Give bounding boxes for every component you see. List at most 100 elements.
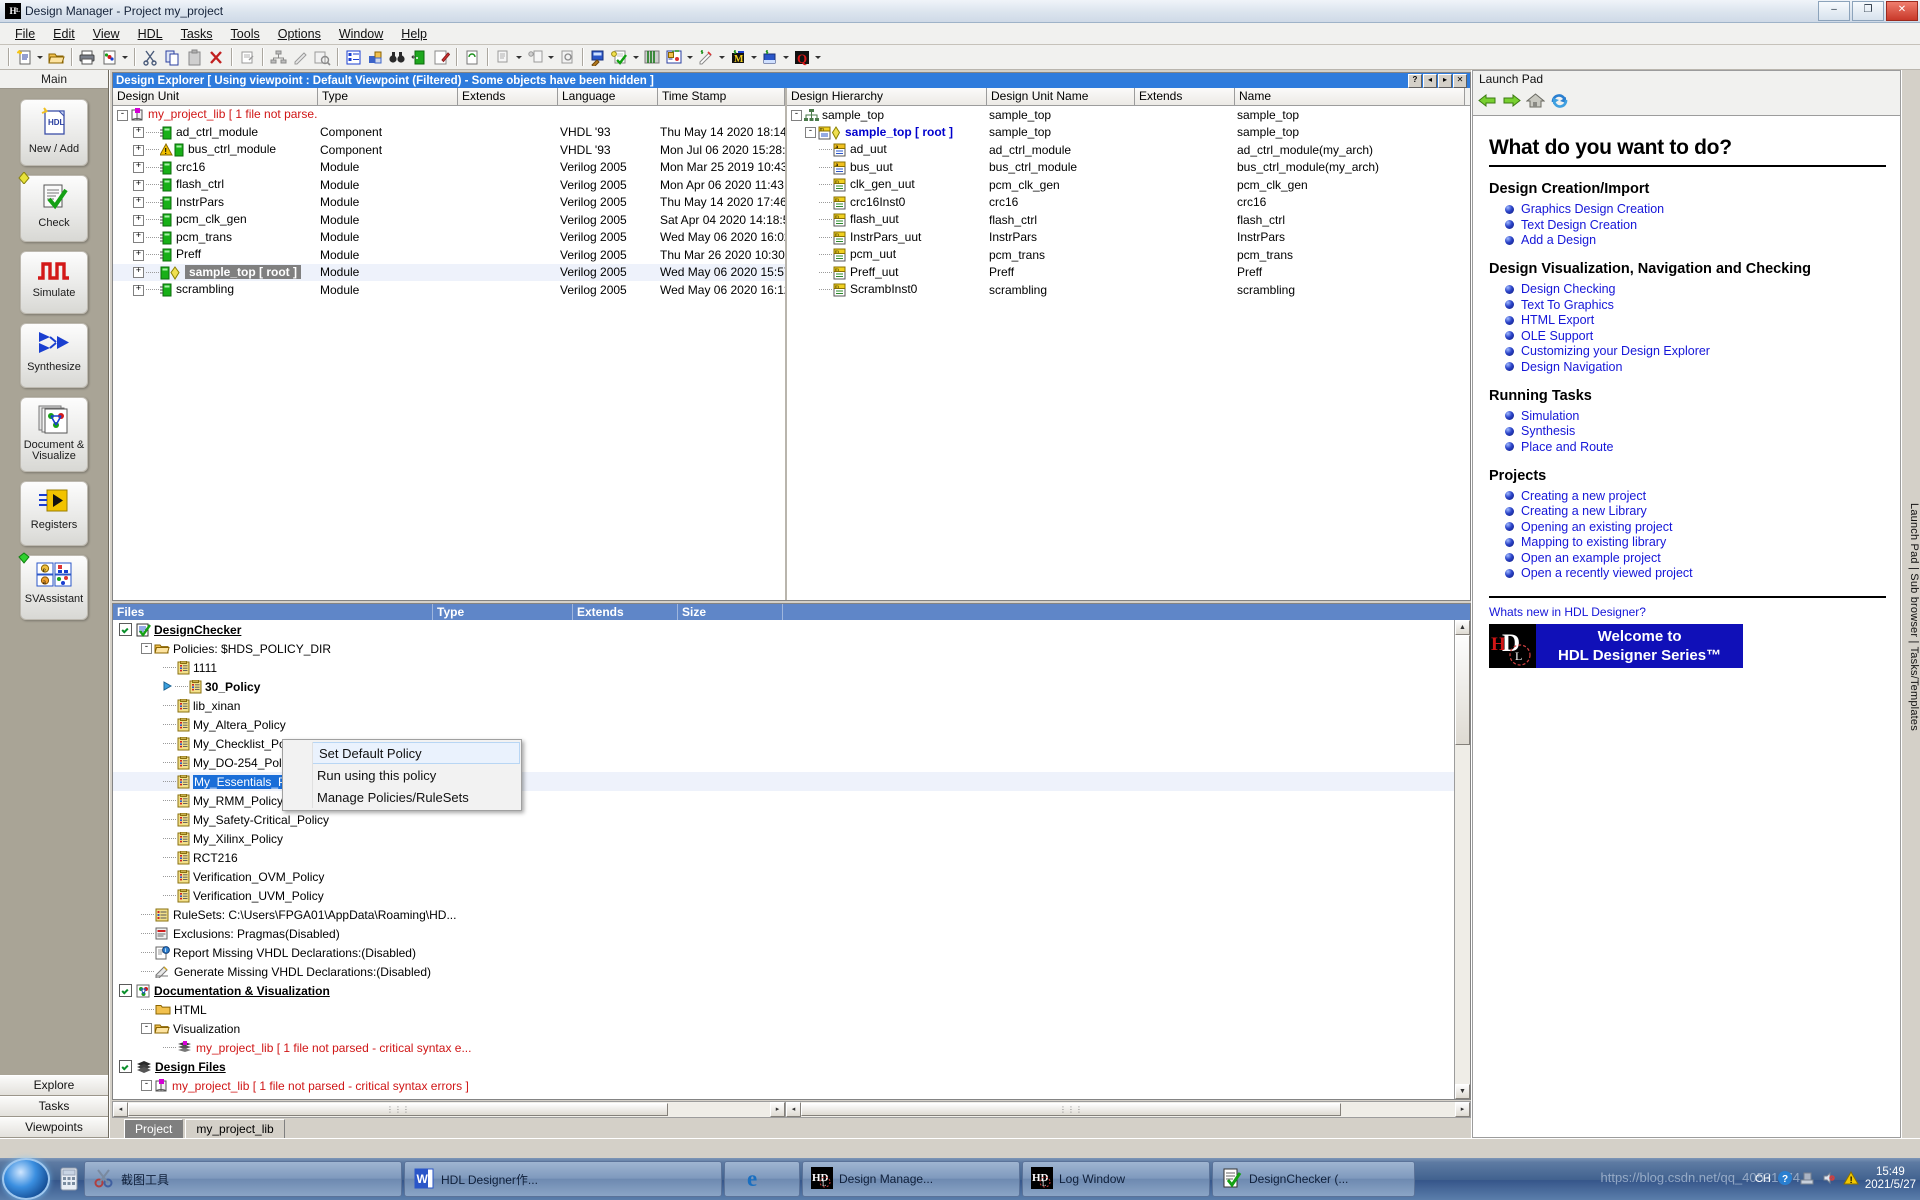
sidebar-item-sv-assistant[interactable]: e a SVAssistant	[18, 552, 88, 620]
design-hierarchy-column-headers[interactable]: Design Hierarchy Design Unit Name Extend…	[787, 88, 1470, 106]
open-folder-icon[interactable]	[45, 47, 67, 68]
delete-x-icon[interactable]	[205, 47, 227, 68]
policy-context-menu[interactable]: Set Default Policy Run using this policy…	[282, 739, 522, 811]
sign-off-icon[interactable]	[695, 47, 717, 68]
list-item[interactable]: lib_xinan	[113, 696, 1454, 715]
scroll-right-button-2[interactable]: ▸	[1455, 1102, 1470, 1117]
menu-window[interactable]: Window	[330, 25, 392, 43]
table-row[interactable]: - sample_top sample_top sample_top	[787, 106, 1470, 124]
list-item[interactable]: RuleSets: C:\Users\FPGA01\AppData\Roamin…	[113, 905, 1454, 924]
launch-pad-link-item[interactable]: Graphics Design Creation	[1505, 202, 1886, 216]
list-item[interactable]: My_Altera_Policy	[113, 715, 1454, 734]
modelsim-dropdown-arrow-icon[interactable]	[749, 47, 759, 68]
design-unit-rows[interactable]: - my_project_lib [ 1 file not parse... + ad…	[113, 106, 785, 600]
user-report-icon[interactable]	[524, 47, 546, 68]
tree-expander[interactable]: +	[133, 284, 144, 296]
cut-scissors-icon[interactable]	[139, 47, 161, 68]
tab-my-project-lib[interactable]: my_project_lib	[185, 1119, 285, 1138]
list-item[interactable]: Exclusions: Pragmas(Disabled)	[113, 924, 1454, 943]
whats-new-link[interactable]: Whats new in HDL Designer?	[1489, 605, 1886, 619]
help-button[interactable]: ?	[1408, 73, 1422, 88]
cell-design-unit[interactable]: + pcm_trans	[113, 230, 318, 245]
cell-design-unit[interactable]: + sample_top [ root ]	[113, 264, 318, 280]
table-row[interactable]: m flash_uut flash_ctrl flash_ctrl	[787, 211, 1470, 229]
launch-pad-link-item[interactable]: Opening an existing project	[1505, 520, 1886, 534]
tab-project[interactable]: Project	[124, 1119, 184, 1138]
files-vertical-scrollbar[interactable]: ▲ ▼	[1454, 620, 1470, 1099]
launch-pad-link-item[interactable]: Synthesis	[1505, 424, 1886, 438]
tree-expander[interactable]: +	[133, 179, 144, 191]
launch-pad-link-item[interactable]: Place and Route	[1505, 440, 1886, 454]
list-item[interactable]: Verification_OVM_Policy	[113, 867, 1454, 886]
sidebar-item-simulate[interactable]: Simulate	[20, 251, 88, 314]
launch-pad-link-item[interactable]: Design Navigation	[1505, 360, 1886, 374]
launch-pad-link[interactable]: Open a recently viewed project	[1521, 566, 1693, 580]
tree-expander[interactable]: +	[133, 197, 144, 209]
hierarchy-icon[interactable]	[267, 47, 289, 68]
launch-pad-link[interactable]: Opening an existing project	[1521, 520, 1672, 534]
sidebar-footer[interactable]: Explore Tasks Viewpoints	[0, 1075, 108, 1138]
table-row[interactable]: - my_project_lib [ 1 file not parse...	[113, 106, 785, 124]
scroll-left-button[interactable]: ◂	[113, 1102, 128, 1117]
table-row[interactable]: a ad_uut ad_ctrl_module ad_ctrl_module(my_a…	[787, 141, 1470, 159]
home-icon[interactable]	[1525, 92, 1546, 112]
column-type[interactable]: Type	[318, 88, 458, 105]
list-item[interactable]: 1111	[113, 658, 1454, 677]
network-icon[interactable]	[1799, 1170, 1815, 1189]
column-files-extends[interactable]: Extends	[573, 604, 678, 620]
taskbar-item-log-window[interactable]: HD L Log Window	[1022, 1161, 1210, 1197]
cell-design-hierarchy[interactable]: m clk_gen_uut	[787, 177, 987, 192]
refresh-page-icon[interactable]	[461, 47, 483, 68]
tree-expander[interactable]: -	[141, 1080, 152, 1091]
warning-icon[interactable]: !	[1842, 1170, 1859, 1189]
graphics-convert-icon[interactable]	[663, 47, 685, 68]
cell-design-unit[interactable]: + InstrPars	[113, 195, 318, 210]
taskbar-item-design-manager[interactable]: HD L Design Manage...	[802, 1161, 1020, 1197]
design-hierarchy-rows[interactable]: - sample_top sample_top sample_top - m sample_…	[787, 106, 1470, 600]
cell-design-hierarchy[interactable]: m pcm_uut	[787, 247, 987, 262]
list-item[interactable]: i Report Missing VHDL Declarations:(Disab…	[113, 943, 1454, 962]
cell-design-unit[interactable]: + ad_ctrl_module	[113, 125, 318, 140]
windows-taskbar[interactable]: 截图工具 W HDL Designer作... e HD L Design Man…	[0, 1158, 1920, 1200]
sidebar-item-document-visualize[interactable]: Document & Visualize	[20, 397, 88, 472]
launch-pad-link-item[interactable]: Mapping to existing library	[1505, 535, 1886, 549]
scroll-right-button[interactable]: ▸	[770, 1102, 785, 1117]
list-item[interactable]: RCT216	[113, 848, 1454, 867]
hscroll-track[interactable]: ⋮⋮⋮	[128, 1103, 770, 1116]
table-row[interactable]: +! bus_ctrl_module Component VHDL '93 Mon Ju…	[113, 141, 785, 159]
column-extends-2[interactable]: Extends	[1135, 88, 1235, 105]
tree-expander[interactable]: -	[805, 127, 816, 139]
launch-pad-link-item[interactable]: Text Design Creation	[1505, 218, 1886, 232]
cell-design-hierarchy[interactable]: m InstrPars_uut	[787, 230, 987, 245]
close-button[interactable]: ✕	[1886, 1, 1918, 21]
column-extends[interactable]: Extends	[458, 88, 558, 105]
cell-design-hierarchy[interactable]: m ScrambInst0	[787, 282, 987, 297]
sidebar-item-registers[interactable]: Registers	[20, 481, 88, 546]
graphics-convert-dropdown-arrow-icon[interactable]	[685, 47, 695, 68]
table-row[interactable]: + InstrPars Module Verilog 2005 Thu May 14 2…	[113, 194, 785, 212]
maximize-button[interactable]: ▸	[1438, 73, 1452, 88]
launch-pad-link-item[interactable]: Creating a new Library	[1505, 504, 1886, 518]
volume-icon[interactable]	[1821, 1170, 1837, 1189]
preview-icon[interactable]	[311, 47, 333, 68]
table-row[interactable]: + pcm_trans Module Verilog 2005 Wed May 06 2…	[113, 229, 785, 247]
cell-design-unit[interactable]: + flash_ctrl	[113, 177, 318, 192]
help-icon[interactable]: ?	[1777, 1170, 1793, 1189]
tree-expander[interactable]: +	[133, 214, 144, 226]
files-column-headers[interactable]: Files Type Extends Size	[113, 604, 1470, 620]
properties-dropdown-arrow-icon[interactable]	[120, 47, 130, 68]
enable-checkbox[interactable]	[119, 1060, 132, 1073]
tree-expander[interactable]: +	[133, 267, 144, 279]
list-item[interactable]: - Visualization	[113, 1019, 1454, 1038]
list-item[interactable]: My_Safety-Critical_Policy	[113, 810, 1454, 829]
tree-expander[interactable]: +	[133, 144, 144, 156]
launch-pad-link[interactable]: Add a Design	[1521, 233, 1596, 247]
launch-pad-link[interactable]: Place and Route	[1521, 440, 1613, 454]
scroll-left-button-2[interactable]: ◂	[786, 1102, 801, 1117]
column-files-type[interactable]: Type	[433, 604, 573, 620]
launch-pad-link[interactable]: Synthesis	[1521, 424, 1575, 438]
launch-pad-link-item[interactable]: HTML Export	[1505, 313, 1886, 327]
waveform-icon[interactable]	[641, 47, 663, 68]
list-item[interactable]: HTML	[113, 1000, 1454, 1019]
list-item[interactable]: - Policies: $HDS_POLICY_DIR	[113, 639, 1454, 658]
